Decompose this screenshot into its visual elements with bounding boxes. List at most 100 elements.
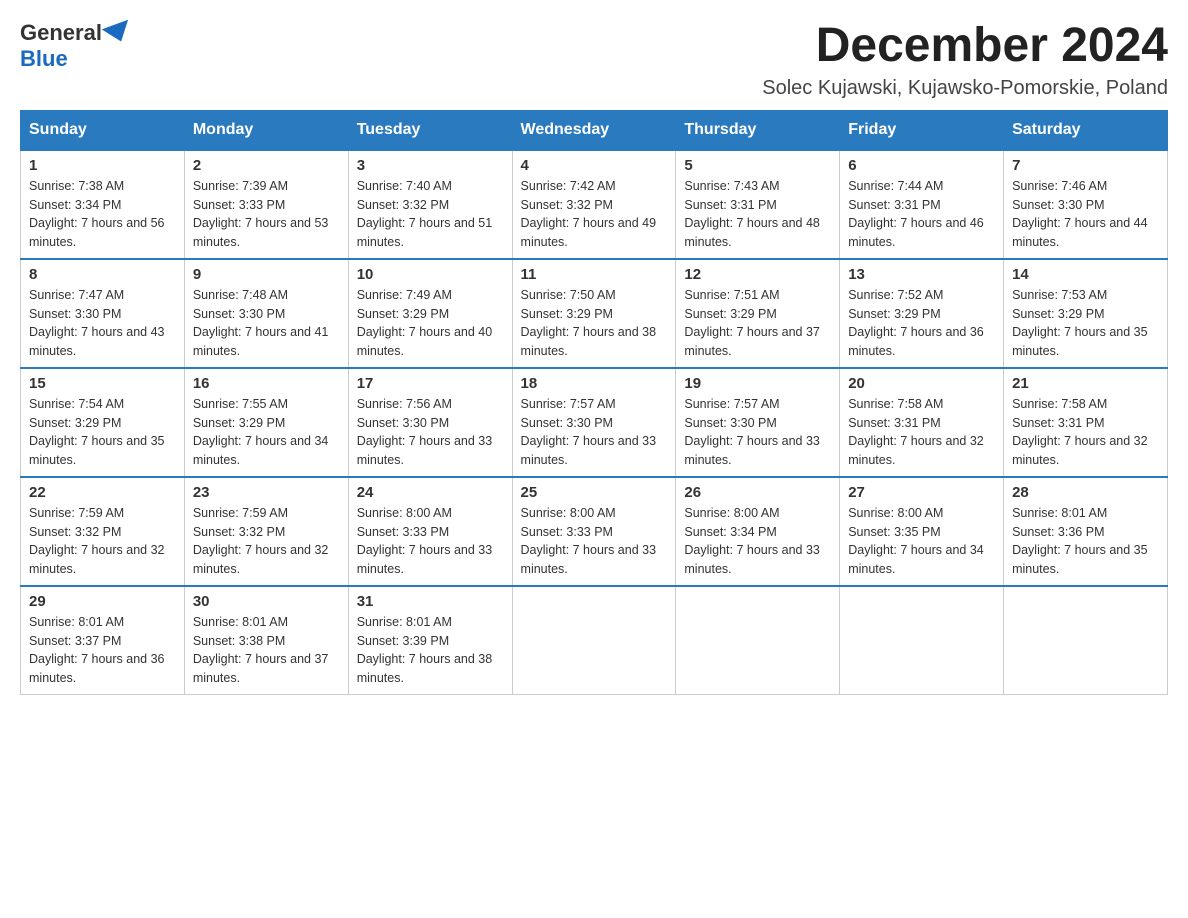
day-number: 31 (357, 593, 504, 610)
table-row (1004, 586, 1168, 695)
table-row (676, 586, 840, 695)
day-number: 15 (29, 375, 176, 392)
table-row: 25 Sunrise: 8:00 AM Sunset: 3:33 PM Dayl… (512, 477, 676, 586)
day-info: Sunrise: 8:00 AM Sunset: 3:34 PM Dayligh… (684, 504, 831, 579)
day-info: Sunrise: 7:55 AM Sunset: 3:29 PM Dayligh… (193, 395, 340, 470)
day-number: 12 (684, 266, 831, 283)
calendar-header-row: Sunday Monday Tuesday Wednesday Thursday… (21, 110, 1168, 150)
day-number: 3 (357, 157, 504, 174)
day-number: 17 (357, 375, 504, 392)
table-row: 13 Sunrise: 7:52 AM Sunset: 3:29 PM Dayl… (840, 259, 1004, 368)
table-row: 29 Sunrise: 8:01 AM Sunset: 3:37 PM Dayl… (21, 586, 185, 695)
day-number: 13 (848, 266, 995, 283)
header-tuesday: Tuesday (348, 110, 512, 150)
header-wednesday: Wednesday (512, 110, 676, 150)
day-number: 10 (357, 266, 504, 283)
table-row: 18 Sunrise: 7:57 AM Sunset: 3:30 PM Dayl… (512, 368, 676, 477)
table-row: 12 Sunrise: 7:51 AM Sunset: 3:29 PM Dayl… (676, 259, 840, 368)
day-info: Sunrise: 7:48 AM Sunset: 3:30 PM Dayligh… (193, 286, 340, 361)
table-row: 17 Sunrise: 7:56 AM Sunset: 3:30 PM Dayl… (348, 368, 512, 477)
table-row: 5 Sunrise: 7:43 AM Sunset: 3:31 PM Dayli… (676, 150, 840, 259)
day-number: 4 (521, 157, 668, 174)
day-number: 2 (193, 157, 340, 174)
calendar-week-row: 29 Sunrise: 8:01 AM Sunset: 3:37 PM Dayl… (21, 586, 1168, 695)
month-title: December 2024 (762, 20, 1168, 73)
day-info: Sunrise: 7:58 AM Sunset: 3:31 PM Dayligh… (1012, 395, 1159, 470)
table-row: 21 Sunrise: 7:58 AM Sunset: 3:31 PM Dayl… (1004, 368, 1168, 477)
day-number: 29 (29, 593, 176, 610)
header-friday: Friday (840, 110, 1004, 150)
day-number: 18 (521, 375, 668, 392)
logo-general: General (20, 20, 102, 45)
day-number: 27 (848, 484, 995, 501)
header-sunday: Sunday (21, 110, 185, 150)
header-monday: Monday (184, 110, 348, 150)
table-row: 23 Sunrise: 7:59 AM Sunset: 3:32 PM Dayl… (184, 477, 348, 586)
logo-triangle-icon (102, 20, 134, 46)
day-info: Sunrise: 7:50 AM Sunset: 3:29 PM Dayligh… (521, 286, 668, 361)
day-info: Sunrise: 7:49 AM Sunset: 3:29 PM Dayligh… (357, 286, 504, 361)
day-number: 20 (848, 375, 995, 392)
day-number: 22 (29, 484, 176, 501)
day-number: 8 (29, 266, 176, 283)
day-info: Sunrise: 7:47 AM Sunset: 3:30 PM Dayligh… (29, 286, 176, 361)
table-row: 19 Sunrise: 7:57 AM Sunset: 3:30 PM Dayl… (676, 368, 840, 477)
table-row: 8 Sunrise: 7:47 AM Sunset: 3:30 PM Dayli… (21, 259, 185, 368)
calendar-week-row: 15 Sunrise: 7:54 AM Sunset: 3:29 PM Dayl… (21, 368, 1168, 477)
day-number: 14 (1012, 266, 1159, 283)
calendar-week-row: 8 Sunrise: 7:47 AM Sunset: 3:30 PM Dayli… (21, 259, 1168, 368)
table-row: 26 Sunrise: 8:00 AM Sunset: 3:34 PM Dayl… (676, 477, 840, 586)
table-row: 1 Sunrise: 7:38 AM Sunset: 3:34 PM Dayli… (21, 150, 185, 259)
day-number: 11 (521, 266, 668, 283)
day-info: Sunrise: 7:54 AM Sunset: 3:29 PM Dayligh… (29, 395, 176, 470)
day-info: Sunrise: 7:52 AM Sunset: 3:29 PM Dayligh… (848, 286, 995, 361)
day-info: Sunrise: 7:39 AM Sunset: 3:33 PM Dayligh… (193, 177, 340, 252)
table-row: 31 Sunrise: 8:01 AM Sunset: 3:39 PM Dayl… (348, 586, 512, 695)
table-row: 4 Sunrise: 7:42 AM Sunset: 3:32 PM Dayli… (512, 150, 676, 259)
table-row: 30 Sunrise: 8:01 AM Sunset: 3:38 PM Dayl… (184, 586, 348, 695)
day-info: Sunrise: 7:40 AM Sunset: 3:32 PM Dayligh… (357, 177, 504, 252)
day-info: Sunrise: 7:51 AM Sunset: 3:29 PM Dayligh… (684, 286, 831, 361)
day-info: Sunrise: 7:58 AM Sunset: 3:31 PM Dayligh… (848, 395, 995, 470)
day-info: Sunrise: 8:01 AM Sunset: 3:39 PM Dayligh… (357, 613, 504, 688)
table-row: 2 Sunrise: 7:39 AM Sunset: 3:33 PM Dayli… (184, 150, 348, 259)
table-row: 28 Sunrise: 8:01 AM Sunset: 3:36 PM Dayl… (1004, 477, 1168, 586)
table-row (840, 586, 1004, 695)
calendar-week-row: 1 Sunrise: 7:38 AM Sunset: 3:34 PM Dayli… (21, 150, 1168, 259)
day-info: Sunrise: 7:53 AM Sunset: 3:29 PM Dayligh… (1012, 286, 1159, 361)
table-row: 10 Sunrise: 7:49 AM Sunset: 3:29 PM Dayl… (348, 259, 512, 368)
day-info: Sunrise: 7:44 AM Sunset: 3:31 PM Dayligh… (848, 177, 995, 252)
day-number: 30 (193, 593, 340, 610)
calendar-table: Sunday Monday Tuesday Wednesday Thursday… (20, 110, 1168, 695)
day-number: 21 (1012, 375, 1159, 392)
header-saturday: Saturday (1004, 110, 1168, 150)
day-info: Sunrise: 7:59 AM Sunset: 3:32 PM Dayligh… (193, 504, 340, 579)
day-info: Sunrise: 8:01 AM Sunset: 3:38 PM Dayligh… (193, 613, 340, 688)
table-row: 22 Sunrise: 7:59 AM Sunset: 3:32 PM Dayl… (21, 477, 185, 586)
logo-blue: Blue (20, 46, 68, 71)
day-number: 26 (684, 484, 831, 501)
day-number: 19 (684, 375, 831, 392)
day-info: Sunrise: 7:57 AM Sunset: 3:30 PM Dayligh… (521, 395, 668, 470)
day-number: 25 (521, 484, 668, 501)
day-info: Sunrise: 7:43 AM Sunset: 3:31 PM Dayligh… (684, 177, 831, 252)
table-row: 27 Sunrise: 8:00 AM Sunset: 3:35 PM Dayl… (840, 477, 1004, 586)
table-row: 20 Sunrise: 7:58 AM Sunset: 3:31 PM Dayl… (840, 368, 1004, 477)
day-number: 28 (1012, 484, 1159, 501)
day-number: 9 (193, 266, 340, 283)
day-info: Sunrise: 7:42 AM Sunset: 3:32 PM Dayligh… (521, 177, 668, 252)
day-info: Sunrise: 7:57 AM Sunset: 3:30 PM Dayligh… (684, 395, 831, 470)
day-number: 23 (193, 484, 340, 501)
day-number: 1 (29, 157, 176, 174)
day-info: Sunrise: 7:56 AM Sunset: 3:30 PM Dayligh… (357, 395, 504, 470)
logo-text: General Blue (20, 20, 132, 72)
day-info: Sunrise: 7:38 AM Sunset: 3:34 PM Dayligh… (29, 177, 176, 252)
day-info: Sunrise: 7:59 AM Sunset: 3:32 PM Dayligh… (29, 504, 176, 579)
table-row: 3 Sunrise: 7:40 AM Sunset: 3:32 PM Dayli… (348, 150, 512, 259)
day-number: 24 (357, 484, 504, 501)
table-row: 16 Sunrise: 7:55 AM Sunset: 3:29 PM Dayl… (184, 368, 348, 477)
table-row: 9 Sunrise: 7:48 AM Sunset: 3:30 PM Dayli… (184, 259, 348, 368)
table-row: 11 Sunrise: 7:50 AM Sunset: 3:29 PM Dayl… (512, 259, 676, 368)
calendar-week-row: 22 Sunrise: 7:59 AM Sunset: 3:32 PM Dayl… (21, 477, 1168, 586)
day-number: 6 (848, 157, 995, 174)
